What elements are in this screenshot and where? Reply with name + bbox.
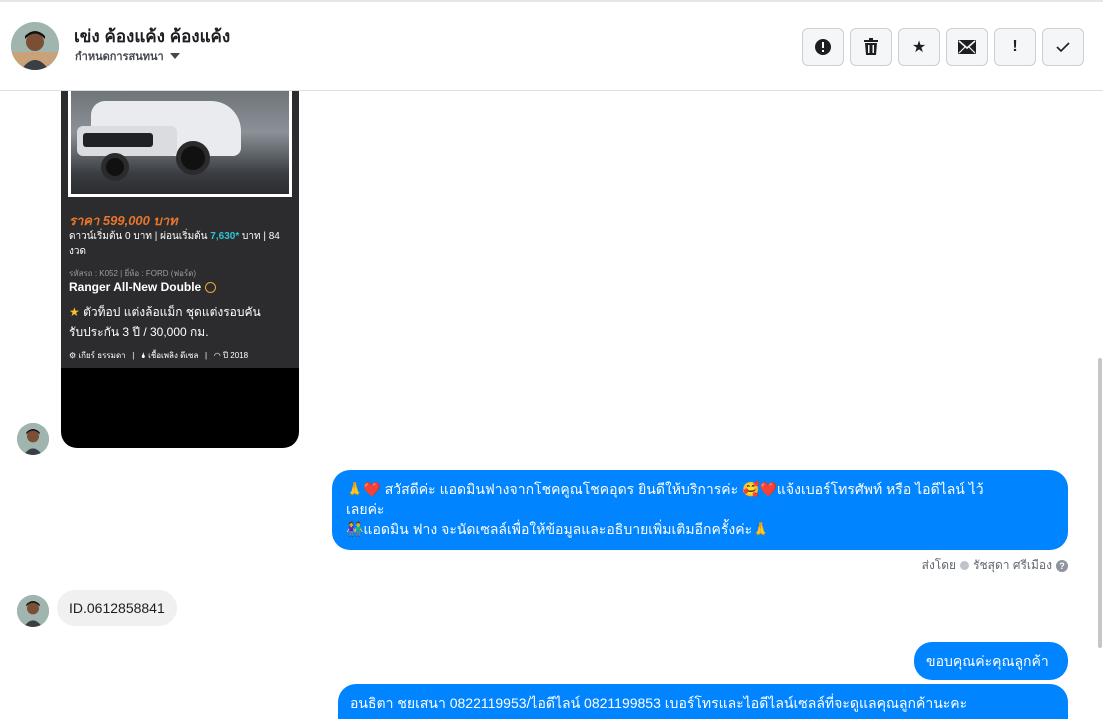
caret-down-icon: [169, 53, 180, 59]
exclamation-icon: !: [1012, 38, 1018, 55]
star-button[interactable]: ★: [898, 28, 940, 66]
listing-description: ★ ตัวท็อป แต่งล้อแม็ก ชุดแต่งรอบคัน รับป…: [69, 305, 261, 339]
outgoing-message-greeting[interactable]: 🙏❤️ สวัสดีค่ะ แอดมินฟางจากโชคคูณโชคอุดร …: [332, 470, 1068, 550]
star-icon: ★: [69, 305, 80, 319]
verified-icon: [205, 281, 217, 293]
mark-done-button[interactable]: [1042, 28, 1084, 66]
sent-by-info: ส่งโดย รัชสุดา ศรีเมือง ?: [922, 556, 1068, 575]
incoming-message-id[interactable]: ID.0612858841: [57, 590, 177, 626]
listing-specs: ⚙ เกียร์ ธรรมดา | 🌢 เชื้อเพลิง ดีเซล | ◠…: [69, 351, 249, 360]
car-listing-card: ราคา 599,000 บาท ดาวน์เริ่มต้น 0 บาท | ผ…: [61, 91, 299, 368]
car-photo: [68, 91, 292, 197]
listing-model: Ranger All-New Double: [69, 280, 217, 294]
conversation-header: เข่ง ค้องแค้ง ค้องแค้ง กำหนดการสนทนา ★ !: [0, 2, 1103, 91]
listing-price: ราคา 599,000 บาท: [69, 213, 178, 228]
sender-avatar[interactable]: [17, 595, 49, 627]
checkmark-icon: [1056, 42, 1070, 53]
sender-avatar[interactable]: [17, 423, 49, 455]
help-icon[interactable]: ?: [1056, 559, 1068, 572]
listing-meta: รหัสรถ : K052 | ยี่ห้อ : FORD (ฟอร์ด): [69, 269, 197, 278]
outgoing-message-thanks[interactable]: ขอบคุณค่ะคุณลูกค้า: [914, 642, 1068, 680]
shared-image-message[interactable]: ราคา 599,000 บาท ดาวน์เริ่มต้น 0 บาท | ผ…: [61, 91, 299, 448]
mark-unread-button[interactable]: [946, 28, 988, 66]
outgoing-message-sales-contact[interactable]: อนธิตา ชยเสนา 0822119953/ไอดีไลน์ 082119…: [338, 684, 1068, 719]
header-actions: ★ !: [802, 28, 1084, 66]
priority-button[interactable]: !: [994, 28, 1036, 66]
listing-financing: ดาวน์เริ่มต้น 0 บาท | ผ่อนเริ่มต้น 7,630…: [69, 231, 280, 257]
delete-button[interactable]: [850, 28, 892, 66]
mark-spam-button[interactable]: [802, 28, 844, 66]
schedule-label: กำหนดการสนทนา: [75, 51, 164, 63]
contact-name[interactable]: เข่ง ค้องแค้ง ค้องแค้ง: [74, 23, 230, 50]
contact-avatar[interactable]: [11, 22, 59, 70]
conversation-view: เข่ง ค้องแค้ง ค้องแค้ง กำหนดการสนทนา ★ !: [0, 0, 1103, 719]
agent-status-icon: [960, 561, 970, 570]
sent-by-agent[interactable]: รัชสุดา ศรีเมือง: [973, 556, 1052, 575]
conversation-schedule-dropdown[interactable]: กำหนดการสนทนา: [75, 47, 180, 65]
envelope-icon: [958, 40, 976, 54]
star-icon: ★: [911, 39, 927, 56]
scrollbar[interactable]: [1098, 358, 1102, 648]
alert-circle-icon: [815, 39, 831, 55]
trash-icon: [864, 38, 878, 55]
